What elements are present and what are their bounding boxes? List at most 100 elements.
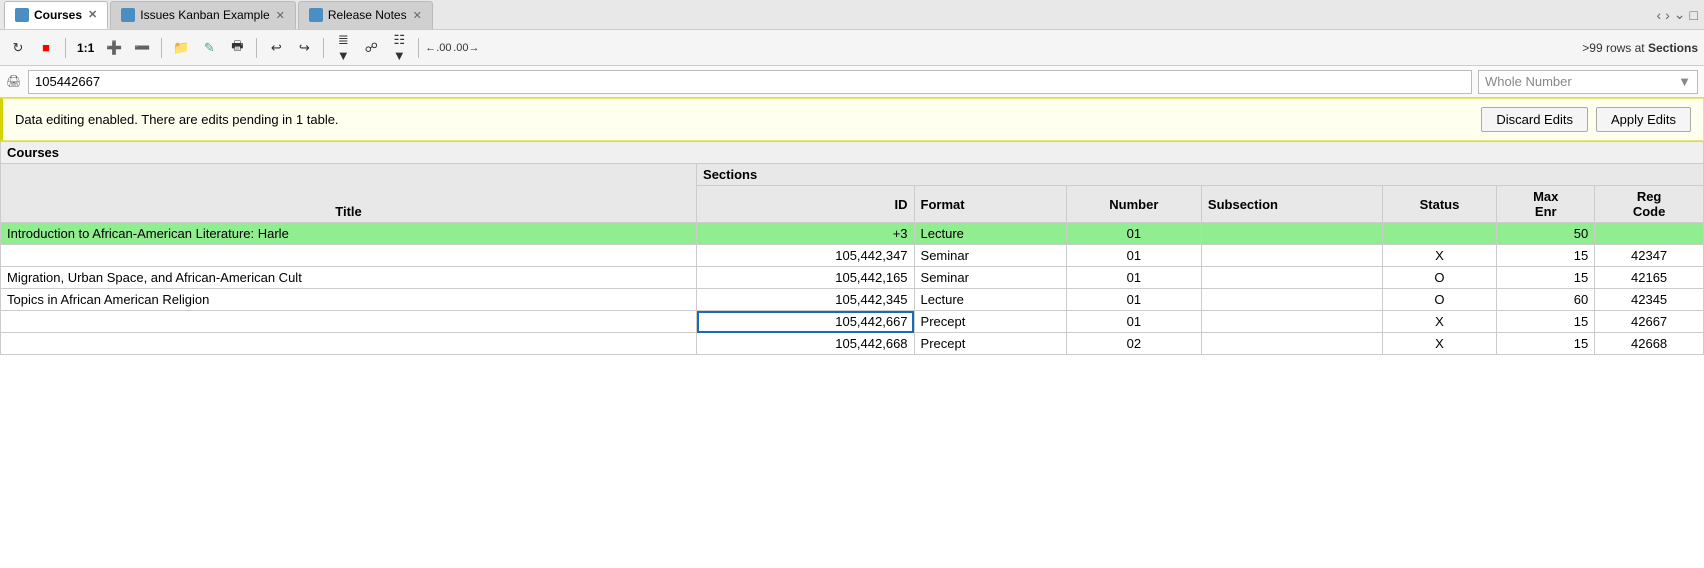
format-cell[interactable]: Lecture <box>914 223 1066 245</box>
reg-code-cell[interactable]: 42668 <box>1595 333 1704 355</box>
sep2 <box>161 38 162 58</box>
status-cell[interactable] <box>1382 223 1497 245</box>
status-cell[interactable]: X <box>1382 333 1497 355</box>
status-cell[interactable]: O <box>1382 267 1497 289</box>
max-enr-cell[interactable]: 15 <box>1497 245 1595 267</box>
max-enr-cell[interactable]: 15 <box>1497 333 1595 355</box>
tab-courses-close[interactable]: ✕ <box>88 8 97 21</box>
number-cell[interactable]: 01 <box>1066 245 1201 267</box>
field-value-input[interactable] <box>28 70 1472 94</box>
tab-kanban-close[interactable]: ✕ <box>276 9 285 22</box>
number-cell[interactable]: 02 <box>1066 333 1201 355</box>
max-enr-cell[interactable]: 15 <box>1497 267 1595 289</box>
status-cell[interactable]: X <box>1382 245 1497 267</box>
title-cell: Topics in African American Religion <box>1 289 697 311</box>
tab-courses-label: Courses <box>34 8 82 22</box>
id-cell[interactable]: +3 <box>697 223 915 245</box>
table-row: 105,442,668 Precept 02 X 15 42668 <box>1 333 1704 355</box>
apply-edits-button[interactable]: Apply Edits <box>1596 107 1691 132</box>
format-cell[interactable]: Precept <box>914 311 1066 333</box>
format-cell[interactable]: Lecture <box>914 289 1066 311</box>
table-row: Introduction to African-American Literat… <box>1 223 1704 245</box>
title-cell: Introduction to African-American Literat… <box>1 223 697 245</box>
reg-code-cell[interactable]: 42165 <box>1595 267 1704 289</box>
subsection-cell[interactable] <box>1201 311 1382 333</box>
number-cell[interactable]: 01 <box>1066 267 1201 289</box>
id-cell[interactable]: 105,442,345 <box>697 289 915 311</box>
decimal-left-button[interactable]: ←.00 <box>426 36 450 60</box>
format-cell[interactable]: Seminar <box>914 245 1066 267</box>
tab-bar: Courses ✕ Issues Kanban Example ✕ Releas… <box>0 0 1704 30</box>
table-container: Courses Title Sections ID Format Number … <box>0 141 1704 568</box>
number-cell[interactable]: 01 <box>1066 311 1201 333</box>
number-cell[interactable]: 01 <box>1066 223 1201 245</box>
reg-code-cell[interactable] <box>1595 223 1704 245</box>
tab-release-notes[interactable]: Release Notes ✕ <box>298 1 433 29</box>
table-row: Topics in African American Religion 105,… <box>1 289 1704 311</box>
tab-nav-window[interactable]: □ <box>1690 7 1698 23</box>
reg-code-cell[interactable]: 42345 <box>1595 289 1704 311</box>
subsection-cell[interactable] <box>1201 223 1382 245</box>
discard-edits-button[interactable]: Discard Edits <box>1481 107 1588 132</box>
align-button[interactable]: ≣ ▼ <box>331 36 355 60</box>
subsection-cell[interactable] <box>1201 289 1382 311</box>
max-enr-cell[interactable]: 50 <box>1497 223 1595 245</box>
sep5 <box>418 38 419 58</box>
refresh-button[interactable]: ↻ <box>6 36 30 60</box>
max-enr-cell[interactable]: 60 <box>1497 289 1595 311</box>
tab-release-close[interactable]: ✕ <box>413 9 422 22</box>
format-cell[interactable]: Precept <box>914 333 1066 355</box>
release-tab-icon <box>309 8 323 22</box>
col-sections-header: Sections <box>697 164 1704 186</box>
subsection-cell[interactable] <box>1201 267 1382 289</box>
tab-nav-down[interactable]: ⌄ <box>1674 6 1686 23</box>
tab-nav-prev[interactable]: ‹ <box>1656 7 1661 23</box>
id-cell[interactable]: 105,442,668 <box>697 333 915 355</box>
redo-button[interactable]: ↪ <box>292 36 316 60</box>
col-format-header: Format <box>914 186 1066 223</box>
toolbar: ↻ ■ 1:1 ➕ ➖ 📁 ✎ 🖶 ↩ ↪ ≣ ▼ ☍ ☷ ▼ ←.00 .00… <box>0 30 1704 66</box>
tab-kanban[interactable]: Issues Kanban Example ✕ <box>110 1 296 29</box>
reg-code-cell[interactable]: 42667 <box>1595 311 1704 333</box>
sep1 <box>65 38 66 58</box>
field-type-dropdown[interactable]: Whole Number ▼ <box>1478 70 1698 94</box>
grid-button[interactable]: ☷ ▼ <box>387 36 411 60</box>
edit-button[interactable]: ✎ <box>197 36 221 60</box>
table-group-header: Courses <box>1 142 1704 164</box>
table-row: 105,442,347 Seminar 01 X 15 42347 <box>1 245 1704 267</box>
field-type-label: Whole Number <box>1485 74 1572 89</box>
rows-info: >99 rows at Sections <box>1582 41 1698 55</box>
status-cell[interactable]: O <box>1382 289 1497 311</box>
subsection-cell[interactable] <box>1201 333 1382 355</box>
tab-kanban-label: Issues Kanban Example <box>140 8 269 22</box>
sep3 <box>256 38 257 58</box>
decimal-right-button[interactable]: .00→ <box>454 36 478 60</box>
subsection-cell[interactable] <box>1201 245 1382 267</box>
max-enr-cell[interactable]: 15 <box>1497 311 1595 333</box>
zoom-in-button[interactable]: ➕ <box>102 36 126 60</box>
id-cell[interactable]: 105,442,165 <box>697 267 915 289</box>
col-reg-code-header: RegCode <box>1595 186 1704 223</box>
col-id-header: ID <box>697 186 915 223</box>
status-cell[interactable]: X <box>1382 311 1497 333</box>
tab-release-label: Release Notes <box>328 8 407 22</box>
rows-section-bold: Sections <box>1648 41 1698 55</box>
main-content: Data editing enabled. There are edits pe… <box>0 98 1704 568</box>
number-cell[interactable]: 01 <box>1066 289 1201 311</box>
stop-button[interactable]: ■ <box>34 36 58 60</box>
copy-button[interactable]: ☍ <box>359 36 383 60</box>
id-cell[interactable]: 105,442,347 <box>697 245 915 267</box>
open-button[interactable]: 📁 <box>169 36 193 60</box>
title-cell <box>1 245 697 267</box>
selected-id-cell[interactable]: 105,442,667 <box>697 311 915 333</box>
notification-bar: Data editing enabled. There are edits pe… <box>0 98 1704 141</box>
printer-icon: 🖨 <box>6 74 22 90</box>
tab-nav-next[interactable]: › <box>1665 7 1670 23</box>
print-button[interactable]: 🖶 <box>225 36 249 60</box>
tab-courses[interactable]: Courses ✕ <box>4 1 108 29</box>
zoom-out-button[interactable]: ➖ <box>130 36 154 60</box>
reg-code-cell[interactable]: 42347 <box>1595 245 1704 267</box>
table-row: Migration, Urban Space, and African-Amer… <box>1 267 1704 289</box>
undo-button[interactable]: ↩ <box>264 36 288 60</box>
format-cell[interactable]: Seminar <box>914 267 1066 289</box>
